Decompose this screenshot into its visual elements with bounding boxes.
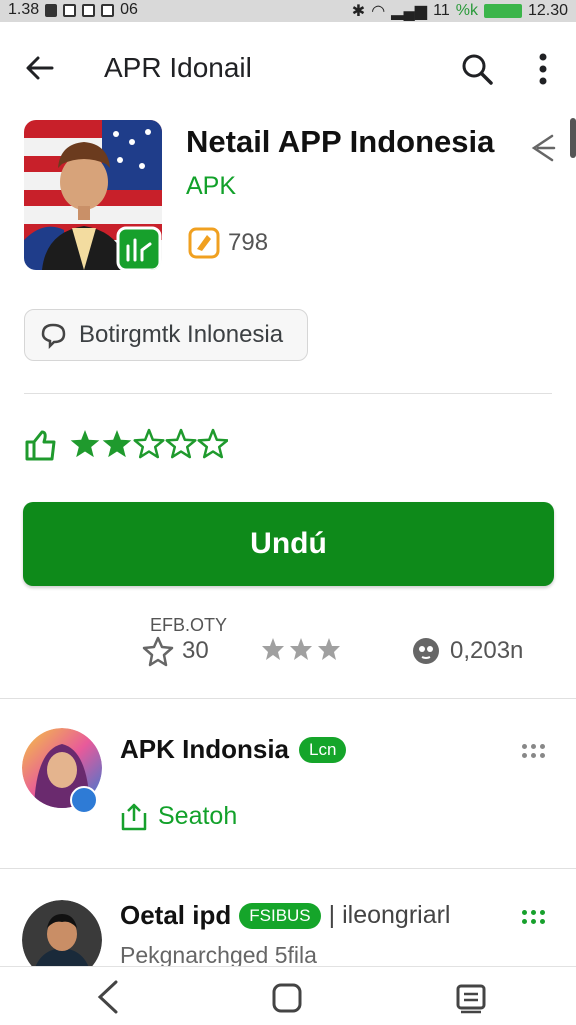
status-battery: 12.30 <box>527 2 568 19</box>
page-title: APR Idonail <box>104 52 252 83</box>
bluetooth-icon: ✱ <box>351 3 366 20</box>
notification-icon <box>45 3 58 17</box>
battery-icon <box>483 4 522 18</box>
list-item-header[interactable]: APK Indonsia Lcn <box>120 734 347 765</box>
chat-icon <box>41 323 66 350</box>
rating-star-3[interactable] <box>133 428 165 459</box>
status-signal: 11 <box>433 2 450 19</box>
list-item-link-label: Seatoh <box>158 802 238 830</box>
nav-home-button[interactable] <box>266 977 308 1019</box>
install-button[interactable]: Undú <box>23 502 554 586</box>
navigation-bar <box>0 966 576 1025</box>
list-item-2-extra: | ileongriarl <box>328 901 451 929</box>
notification-icon-3 <box>82 3 96 17</box>
list-item-2-subtitle: Pekgnarchged 5fila <box>120 942 317 968</box>
rating-star-4[interactable] <box>165 428 197 459</box>
stat-stars-value: 30 <box>182 637 209 664</box>
nav-recents-button[interactable] <box>450 977 492 1019</box>
rating-star-1[interactable] <box>70 430 100 458</box>
star-outline-icon <box>142 636 174 667</box>
rating-star-2[interactable] <box>102 430 132 458</box>
app-type: APK <box>186 172 237 200</box>
notification-icon-2 <box>63 3 77 17</box>
recents-icon <box>456 984 486 1014</box>
status-time: 1.38 <box>8 1 40 18</box>
app-title: Netail APP Indonesia <box>186 124 495 159</box>
section-divider-3 <box>0 868 576 869</box>
star-rating[interactable] <box>68 428 228 462</box>
verified-badge-icon <box>70 786 98 814</box>
list-item-2-more-icon <box>522 919 545 924</box>
download-circle-icon <box>413 638 439 664</box>
rating-count: 798 <box>228 229 269 256</box>
list-item-badge: Lcn <box>299 736 347 763</box>
arrow-left-icon <box>26 56 54 80</box>
status-left-extra: 06 <box>120 1 138 18</box>
notification-icon-4 <box>101 3 115 17</box>
section-divider <box>24 393 552 394</box>
rating-badge-icon <box>188 227 220 259</box>
developer-chip[interactable]: Botirgmtk Inlonesia <box>24 309 308 361</box>
list-item-name: APK Indonsia <box>120 734 290 764</box>
nav-back-button[interactable] <box>88 977 128 1017</box>
home-icon <box>272 983 302 1013</box>
more-options-button[interactable] <box>526 48 560 90</box>
status-bar: 1.38 06 ✱ ◠ ▂▄▆ 11 %k 12.30 <box>0 0 576 22</box>
section-divider-2 <box>0 698 576 699</box>
stat-downloads-value: 0,203n <box>450 637 524 664</box>
thumbs-up-icon <box>25 430 56 461</box>
list-item-more-icon <box>522 753 545 758</box>
developer-chip-label: Botirgmtk Inlonesia <box>79 321 284 348</box>
stat-stars: 30 <box>142 635 209 667</box>
app-icon-image <box>24 120 162 270</box>
signal-icon: ▂▄▆ <box>391 3 428 20</box>
back-button[interactable] <box>20 48 60 88</box>
open-external-icon <box>121 803 147 830</box>
list-item-2-name: Oetal ipd <box>120 900 232 930</box>
status-network: %k <box>455 2 478 19</box>
app-rating-count-row: 798 <box>188 227 268 259</box>
list-item-2-more-button[interactable] <box>522 910 545 915</box>
stat-rating-stars <box>260 636 342 669</box>
rating-star-5[interactable] <box>197 428 228 459</box>
list-item-more-button[interactable] <box>522 744 545 749</box>
list-item-link[interactable]: Seatoh <box>120 802 237 831</box>
share-icon <box>531 134 556 162</box>
stat-downloads: 0,203n <box>410 635 523 667</box>
search-button[interactable] <box>456 48 498 90</box>
status-right: ✱ ◠ ▂▄▆ 11 %k 12.30 <box>352 1 568 21</box>
app-icon <box>24 120 162 270</box>
chevron-left-icon <box>97 980 118 1014</box>
stats-label: EFB.OTY <box>150 615 228 635</box>
status-left: 1.38 06 <box>8 1 138 19</box>
more-vert-icon <box>539 53 547 85</box>
share-button[interactable] <box>528 132 556 162</box>
rating-row[interactable] <box>24 428 228 462</box>
list-item-2-header[interactable]: Oetal ipd FSIBUS | ileongriarl <box>120 900 450 931</box>
search-icon <box>462 54 493 85</box>
grey-stars-icon <box>262 638 340 660</box>
scrollbar-thumb[interactable] <box>570 118 576 158</box>
list-item-2-badge: FSIBUS <box>239 902 321 929</box>
wifi-icon: ◠ <box>371 3 386 20</box>
